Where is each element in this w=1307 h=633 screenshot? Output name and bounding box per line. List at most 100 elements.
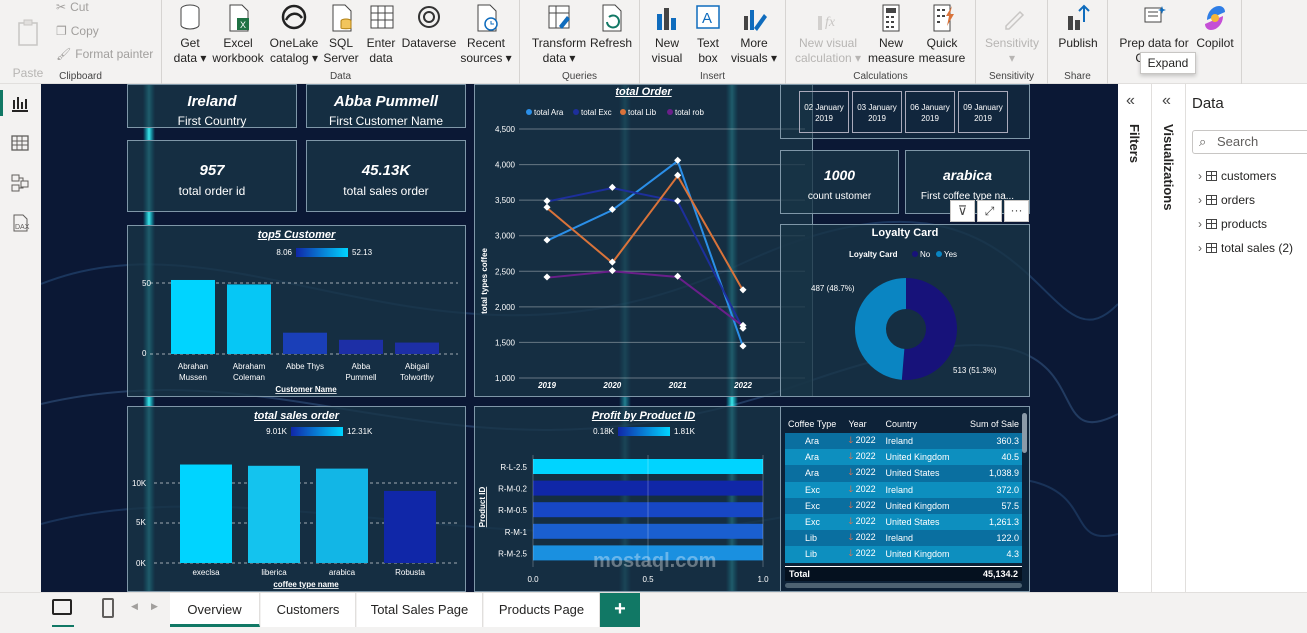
- new-visual-calculation-button[interactable]: fx New visual calculation ▾: [792, 2, 864, 66]
- top5-bar[interactable]: [171, 279, 215, 354]
- top5-bar[interactable]: [283, 332, 327, 354]
- top5-bar[interactable]: [395, 342, 439, 354]
- recent-sources-button[interactable]: Recent sources ▾: [458, 2, 514, 66]
- enter-data-button[interactable]: Enter data: [360, 2, 402, 66]
- data-table-item[interactable]: › total sales (2): [1198, 236, 1293, 260]
- table-view-icon[interactable]: [9, 132, 31, 154]
- table-horizontal-scrollbar[interactable]: [785, 583, 1022, 588]
- series-point[interactable]: [739, 342, 747, 350]
- refresh-button[interactable]: Refresh: [588, 2, 634, 51]
- new-measure-button[interactable]: New measure: [868, 2, 915, 66]
- visualizations-pane-collapsed[interactable]: « Visualizations: [1152, 84, 1186, 592]
- page-tab[interactable]: Products Page: [484, 593, 600, 627]
- top5-bar[interactable]: [339, 339, 383, 354]
- expand-chevron-icon[interactable]: ›: [1198, 241, 1202, 255]
- top5-bar[interactable]: [227, 284, 271, 354]
- data-search-input[interactable]: ⌕ Search: [1192, 130, 1307, 154]
- collapse-chevron-icon[interactable]: «: [1126, 92, 1135, 110]
- format-painter-button[interactable]: 🖌 Format painter: [56, 47, 153, 61]
- table-row[interactable]: Ara 🡓 2022 Ireland 360.3: [785, 433, 1022, 450]
- table-vertical-scrollbar[interactable]: [1022, 413, 1027, 453]
- sql-server-button[interactable]: SQL Server: [322, 2, 360, 66]
- filter-icon[interactable]: ⊽: [950, 200, 975, 222]
- series-point[interactable]: [608, 183, 616, 191]
- expand-chevron-icon[interactable]: ›: [1198, 193, 1202, 207]
- series-point[interactable]: [543, 236, 551, 244]
- more-visuals-button[interactable]: More visuals ▾: [730, 2, 778, 66]
- data-table-item[interactable]: › orders: [1198, 188, 1293, 212]
- date-button[interactable]: 02 January 2019: [799, 91, 849, 133]
- dax-query-icon[interactable]: DAX: [9, 212, 31, 234]
- total-order-line-chart[interactable]: total Order total Ara total Exc total Lib t…: [474, 84, 813, 397]
- order-id-card[interactable]: 957 total order id: [127, 140, 297, 212]
- model-view-icon[interactable]: [9, 172, 31, 194]
- loyalty-card-donut[interactable]: Loyalty Card Loyalty Card No Yes 487 (48…: [780, 224, 1030, 397]
- expand-chevron-icon[interactable]: ›: [1198, 217, 1202, 231]
- table-header-cell[interactable]: Year: [845, 415, 882, 433]
- table-row[interactable]: Lib 🡓 2022 United Kingdom 4.3: [785, 546, 1022, 563]
- series-line[interactable]: [546, 159, 744, 348]
- table-row[interactable]: Ara 🡓 2022 United States 1,038.9: [785, 465, 1022, 482]
- data-table-item[interactable]: › products: [1198, 212, 1293, 236]
- more-options-icon[interactable]: ···: [1004, 200, 1029, 222]
- donut-slice-yes[interactable]: [855, 278, 906, 380]
- expand-chevron-icon[interactable]: «: [1162, 92, 1171, 110]
- report-view-icon[interactable]: [9, 92, 31, 114]
- total-sales-order-chart[interactable]: total sales order 9.01K 12.31K 10K 5K 0K…: [127, 406, 466, 592]
- series-point[interactable]: [543, 273, 551, 281]
- table-row[interactable]: Exc 🡓 2022 United Kingdom 57.5: [785, 497, 1022, 514]
- count-customer-card[interactable]: 1000 count ustomer: [780, 150, 899, 214]
- table-row[interactable]: Exc 🡓 2022 Ireland 372.0: [785, 481, 1022, 498]
- add-page-button[interactable]: +: [600, 593, 640, 627]
- copy-button[interactable]: ❐ Copy: [56, 24, 99, 38]
- date-button[interactable]: 03 January 2019: [852, 91, 902, 133]
- donut-slice-no[interactable]: [901, 278, 958, 380]
- sales-bar[interactable]: [384, 490, 436, 563]
- desktop-layout-icon[interactable]: [52, 599, 72, 615]
- table-row[interactable]: Ara 🡓 2022 United Kingdom 40.5: [785, 449, 1022, 466]
- prev-page-icon[interactable]: ◀: [131, 601, 138, 612]
- paste-button[interactable]: Paste: [6, 2, 50, 81]
- mobile-layout-icon[interactable]: [102, 598, 114, 618]
- cut-button[interactable]: ✂ Cut: [56, 0, 89, 14]
- date-button[interactable]: 09 January 2019: [958, 91, 1008, 133]
- first-country-card[interactable]: Ireland First Country: [127, 84, 297, 128]
- page-tab[interactable]: Total Sales Page: [357, 593, 483, 627]
- quick-measure-button[interactable]: Quick measure: [916, 2, 968, 66]
- date-button[interactable]: 06 January 2019: [905, 91, 955, 133]
- sensitivity-button[interactable]: Sensitivity ▾: [982, 2, 1042, 66]
- expand-chevron-icon[interactable]: ›: [1198, 169, 1202, 183]
- sales-table[interactable]: Coffee Type Year Country Sum of Sale Ara 🡓 2…: [780, 406, 1030, 592]
- copilot-button[interactable]: Copilot: [1192, 2, 1238, 51]
- focus-mode-icon[interactable]: ⤢: [977, 200, 1002, 222]
- sales-order-card[interactable]: 45.13K total sales order: [306, 140, 466, 212]
- excel-workbook-button[interactable]: X Excel workbook: [208, 2, 268, 66]
- data-table-item[interactable]: › customers: [1198, 164, 1293, 188]
- sales-bar[interactable]: [180, 464, 232, 563]
- text-box-button[interactable]: A Text box: [688, 2, 728, 66]
- series-point[interactable]: [674, 197, 682, 205]
- table-header-cell[interactable]: Sum of Sale: [961, 415, 1022, 433]
- sales-bar[interactable]: [248, 465, 300, 563]
- first-customer-card[interactable]: Abba Pummell First Customer Name: [306, 84, 466, 128]
- filters-pane-collapsed[interactable]: « Filters: [1118, 84, 1152, 592]
- series-line[interactable]: [546, 270, 744, 327]
- sales-bar[interactable]: [316, 468, 368, 563]
- dataverse-button[interactable]: Dataverse: [400, 2, 458, 51]
- get-data-button[interactable]: Get data ▾: [168, 2, 212, 66]
- table-row[interactable]: Lib 🡓 2022 Ireland 122.0: [785, 530, 1022, 547]
- table-header-cell[interactable]: Coffee Type: [785, 415, 845, 433]
- series-point[interactable]: [543, 197, 551, 205]
- publish-button[interactable]: Publish: [1054, 2, 1102, 51]
- next-page-icon[interactable]: ▶: [151, 601, 158, 612]
- table-header-cell[interactable]: Country: [883, 415, 961, 433]
- page-tab[interactable]: Overview: [170, 593, 260, 627]
- top5-customer-chart[interactable]: top5 Customer 8.06 52.13 50 0 Abrahan Mus…: [127, 225, 466, 397]
- new-visual-button[interactable]: New visual: [646, 2, 688, 66]
- page-tab[interactable]: Customers: [261, 593, 356, 627]
- date-slicer[interactable]: 02 January 2019 03 January 2019 06 January…: [780, 84, 1030, 139]
- transform-data-button[interactable]: Transform data ▾: [530, 2, 588, 66]
- table-row[interactable]: Exc 🡓 2022 United States 1,261.3: [785, 513, 1022, 531]
- onelake-catalog-button[interactable]: OneLake catalog ▾: [266, 2, 322, 66]
- series-point[interactable]: [608, 267, 616, 275]
